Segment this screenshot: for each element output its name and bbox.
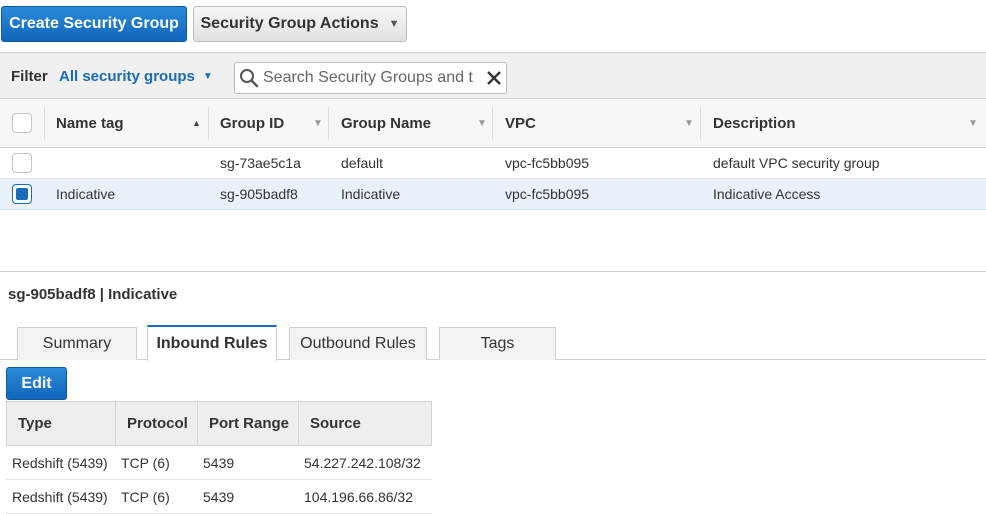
row-checkbox[interactable] (12, 153, 32, 173)
column-header-vpc[interactable]: VPC (505, 99, 536, 147)
chevron-down-icon: ▼ (202, 71, 213, 82)
row-checkbox[interactable] (12, 184, 32, 204)
search-box[interactable] (234, 62, 507, 94)
tab-tags[interactable]: Tags (439, 327, 556, 360)
inbound-rules-table: Type Protocol Port Range Source Redshift… (6, 401, 432, 514)
cell-name-tag: Indicative (56, 186, 116, 202)
chevron-down-icon: ▼ (388, 18, 400, 30)
column-header-description-label: Description (713, 114, 796, 132)
chevron-down-icon[interactable]: ▼ (968, 118, 978, 129)
tab-inbound-rules[interactable]: Inbound Rules (147, 325, 277, 361)
cell-port-range: 5439 (203, 454, 235, 471)
security-groups-table: Name tag ▲ Group ID ▼ Group Name ▼ VPC ▼… (0, 99, 986, 210)
column-header-name-tag[interactable]: Name tag (56, 99, 124, 147)
column-header-source: Source (310, 415, 361, 432)
filter-bar: Filter All security groups ▼ (0, 52, 986, 99)
security-group-actions-button[interactable]: Security Group Actions ▼ (193, 6, 407, 42)
pane-divider[interactable] (0, 271, 986, 272)
search-icon (235, 63, 263, 93)
table-row[interactable]: sg-73ae5c1a default vpc-fc5bb095 default… (0, 148, 986, 179)
filter-label: Filter (11, 68, 48, 85)
security-group-actions-label: Security Group Actions (200, 15, 379, 32)
tab-outbound-rules[interactable]: Outbound Rules (289, 327, 427, 360)
cell-vpc: vpc-fc5bb095 (505, 155, 590, 171)
search-input[interactable] (263, 64, 483, 92)
table-row: Redshift (5439) TCP (6) 5439 54.227.242.… (6, 446, 432, 480)
cell-source: 104.196.66.86/32 (304, 488, 413, 505)
cell-group-id: sg-905badf8 (220, 186, 298, 202)
cell-description: Indicative Access (713, 186, 821, 202)
cell-source: 54.227.242.108/32 (304, 454, 421, 471)
cell-vpc: vpc-fc5bb095 (505, 186, 590, 202)
edit-button[interactable]: Edit (6, 367, 67, 400)
table-header: Name tag ▲ Group ID ▼ Group Name ▼ VPC ▼… (0, 99, 986, 148)
chevron-down-icon[interactable]: ▼ (684, 118, 694, 129)
cell-port-range: 5439 (203, 488, 235, 505)
table-row: Redshift (5439) TCP (6) 5439 104.196.66.… (6, 480, 432, 514)
sort-ascending-icon[interactable]: ▲ (192, 118, 201, 128)
filter-dropdown[interactable]: All security groups ▼ (59, 68, 213, 85)
create-security-group-button[interactable]: Create Security Group (1, 6, 187, 42)
cell-type: Redshift (5439) (12, 488, 108, 505)
column-header-group-id-label: Group ID (220, 114, 285, 132)
cell-group-name: default (341, 155, 384, 171)
column-header-type: Type (18, 415, 52, 432)
tab-summary[interactable]: Summary (17, 327, 137, 360)
detail-title: sg-905badf8 | Indicative (8, 286, 178, 303)
column-header-group-name-label: Group Name (341, 114, 432, 132)
cell-type: Redshift (5439) (12, 454, 108, 471)
close-icon[interactable] (483, 63, 505, 93)
column-header-port-range: Port Range (209, 415, 290, 432)
cell-protocol: TCP (6) (121, 454, 170, 471)
column-header-protocol: Protocol (127, 415, 188, 432)
filter-selected-value: All security groups (59, 68, 195, 85)
column-header-name-tag-label: Name tag (56, 114, 124, 132)
cell-protocol: TCP (6) (121, 488, 170, 505)
column-header-group-name[interactable]: Group Name (341, 99, 431, 147)
rules-table-header: Type Protocol Port Range Source (6, 401, 432, 446)
select-all-cell (12, 99, 32, 147)
column-header-vpc-label: VPC (505, 114, 536, 132)
cell-group-id: sg-73ae5c1a (220, 155, 301, 171)
cell-group-name: Indicative (341, 186, 401, 202)
chevron-down-icon[interactable]: ▼ (477, 118, 487, 129)
select-all-checkbox[interactable] (12, 113, 32, 133)
chevron-down-icon[interactable]: ▼ (313, 118, 323, 129)
cell-description: default VPC security group (713, 155, 880, 171)
column-header-description[interactable]: Description (713, 99, 796, 147)
table-row[interactable]: Indicative sg-905badf8 Indicative vpc-fc… (0, 179, 986, 210)
column-header-group-id[interactable]: Group ID (220, 99, 284, 147)
